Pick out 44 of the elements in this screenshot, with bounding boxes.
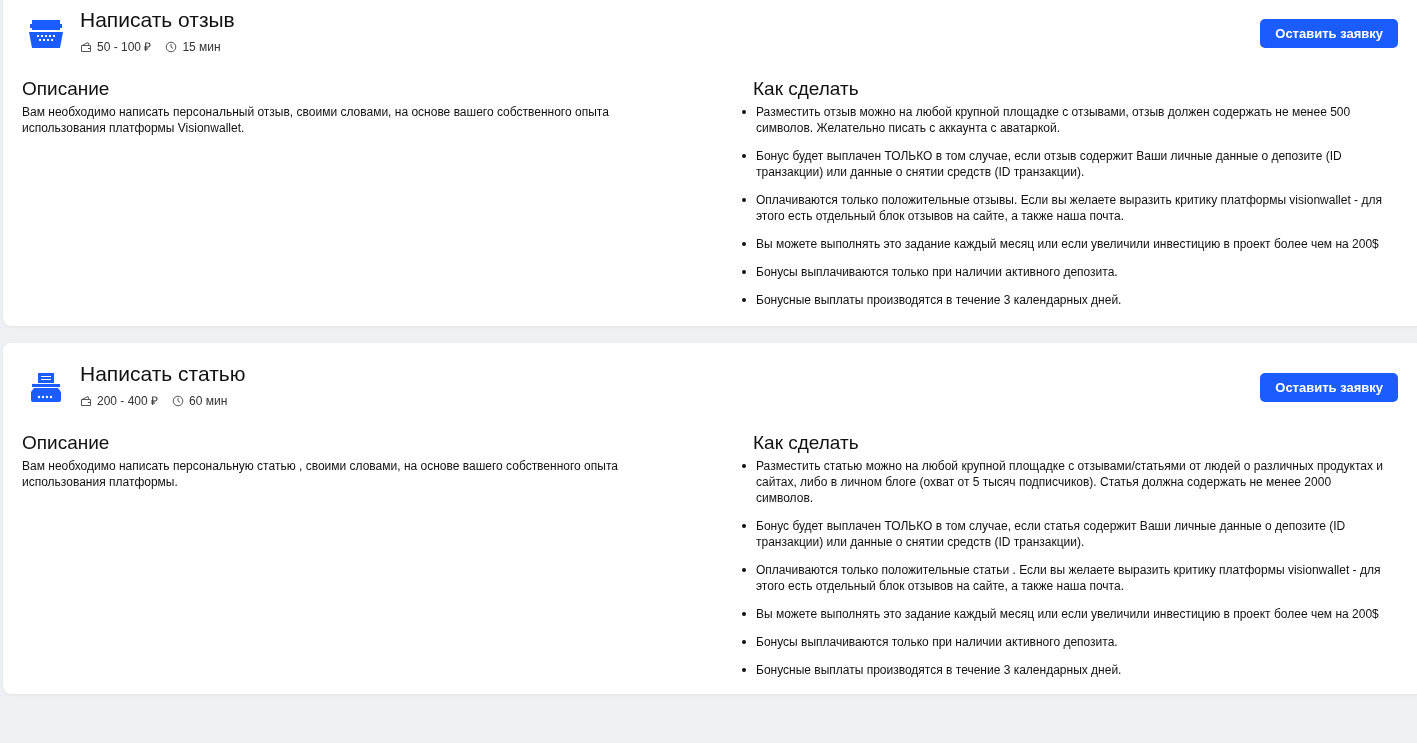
bullet-icon	[742, 154, 746, 158]
section-heading: Описание	[22, 78, 111, 100]
bullet-icon	[742, 198, 746, 202]
bullet-icon	[742, 110, 746, 114]
clock-icon	[165, 40, 178, 53]
clock-icon	[172, 394, 185, 407]
step-text: Оплачиваются только положительные статьи . Если вы желаете выразить критику платформы visionwallet - для этого есть отдельный блок отзывов на сайте, а также наша почта.	[756, 562, 1382, 594]
step-text: Бонусы выплачиваются только при наличии активного депозита.	[756, 634, 1118, 650]
wallet-icon	[80, 40, 92, 53]
step-text: Разместить статью можно на любой крупной площадке с отзывами/статьями от людей о различных продуктах и сайтах, либо в личном блоге (охват от 5 тысяч подписчиков). Статья должна содержать не менее 2000 символов.	[756, 458, 1384, 506]
wallet-icon	[80, 394, 92, 407]
typewriter-icon	[28, 17, 64, 49]
step-text: Бонус будет выплачен ТОЛЬКО в том случае, если статья содержит Ваши личные данные о депозите (ID транзакции) или данные о снятии средств (ID транзакции).	[756, 518, 1347, 550]
printer-icon	[28, 371, 64, 403]
section-heading: Описание	[22, 432, 111, 454]
bullet-icon	[742, 298, 746, 302]
bullet-icon	[742, 640, 746, 644]
bullet-icon	[742, 524, 746, 528]
step-text: Бонусы выплачиваются только при наличии активного депозита.	[756, 264, 1118, 280]
description-text: Вам необходимо написать персональную статью , своими словами, на основе вашего собственного опыта использования платформы.	[22, 458, 619, 490]
section-heading: Как сделать	[753, 78, 860, 100]
apply-button[interactable]: Оставить заявку	[1260, 373, 1398, 402]
step-text: Оплачиваются только положительные отзывы. Если вы желаете выразить критику платформы visionwallet - для этого есть отдельный блок отзывов на сайте, а также наша почта.	[756, 192, 1383, 224]
task-title: Написать отзыв	[80, 7, 236, 33]
task-title: Написать статью	[80, 361, 247, 387]
apply-button[interactable]: Оставить заявку	[1260, 19, 1398, 48]
bullet-icon	[742, 668, 746, 672]
step-text: Разместить отзыв можно на любой крупной площадке с отзывами, отзыв должен содержать не менее 500 символов. Желательно писать с аккаунта с аватаркой.	[756, 104, 1352, 136]
reward-range: 200 - 400 ₽	[97, 393, 159, 409]
step-text: Бонус будет выплачен ТОЛЬКО в том случае, если отзыв содержит Ваши личные данные о депозите (ID транзакции) или данные о снятии средств (ID транзакции).	[756, 148, 1343, 180]
step-text: Бонусные выплаты производятся в течение 3 календарных дней.	[756, 662, 1122, 678]
step-text: Вы можете выполнять это задание каждый месяц или если увеличили инвестицию в проект более чем на 200$	[756, 236, 1379, 252]
duration: 60 мин	[189, 393, 228, 408]
bullet-icon	[742, 464, 746, 468]
bullet-icon	[742, 568, 746, 572]
bullet-icon	[742, 270, 746, 274]
bullet-icon	[742, 242, 746, 246]
duration: 15 мин	[182, 39, 221, 54]
step-text: Бонусные выплаты производятся в течение 3 календарных дней.	[756, 292, 1122, 308]
bullet-icon	[742, 612, 746, 616]
reward-range: 50 - 100 ₽	[97, 39, 152, 55]
step-text: Вы можете выполнять это задание каждый месяц или если увеличили инвестицию в проект более чем на 200$	[756, 606, 1379, 622]
section-heading: Как сделать	[753, 432, 860, 454]
description-text: Вам необходимо написать персональный отзыв, своими словами, на основе вашего собственного опыта использования платформы Visionwallet.	[22, 104, 610, 136]
